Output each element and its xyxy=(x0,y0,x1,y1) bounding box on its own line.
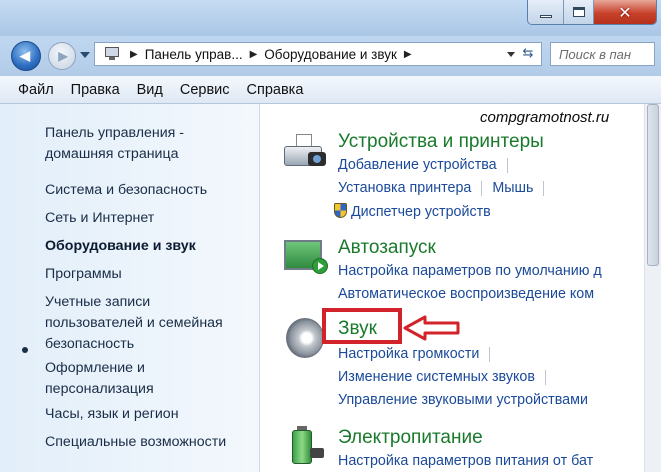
divider xyxy=(489,346,491,362)
navigation-bar: ◀ ▶ ▶ Панель управ... ▶ Оборудование и з… xyxy=(0,36,661,76)
arrow-left-icon: ◀ xyxy=(20,48,30,63)
link-add-device-text[interactable]: Добавление устройства xyxy=(338,157,497,173)
link-add-device: Добавление устройства xyxy=(338,157,518,173)
link-device-manager-text[interactable]: Диспетчер устройств xyxy=(351,204,491,220)
menu-tools[interactable]: Сервис xyxy=(180,82,230,98)
category-devices-printers[interactable]: Устройства и принтеры xyxy=(338,131,544,153)
sidebar-item-system-security[interactable]: Система и безопасность xyxy=(45,180,207,201)
breadcrumb-chevron-icon: ▶ xyxy=(403,48,412,60)
breadcrumb-hardware-sound[interactable]: Оборудование и звук xyxy=(264,47,397,62)
active-bullet-icon xyxy=(22,347,28,353)
breadcrumb-control-panel[interactable]: Панель управ... xyxy=(145,47,243,62)
content-pane: compgramotnost.ru Устройства и принтеры … xyxy=(259,104,661,472)
close-button[interactable]: ✕ xyxy=(594,0,656,24)
recent-pages-dropdown[interactable] xyxy=(80,52,90,58)
pointer-arrow-icon xyxy=(403,315,460,341)
control-panel-icon xyxy=(101,46,123,62)
menu-file[interactable]: Файл xyxy=(18,82,54,98)
autoplay-icon[interactable] xyxy=(284,238,328,278)
forward-button[interactable]: ▶ xyxy=(48,42,76,70)
address-dropdown-icon[interactable] xyxy=(507,52,515,57)
divider xyxy=(481,180,483,196)
category-power-options[interactable]: Электропитание xyxy=(338,427,483,449)
link-add-printer[interactable]: Установка принтера xyxy=(338,180,471,196)
link-change-sounds: Изменение системных звуков xyxy=(338,369,556,385)
sidebar-item-programs[interactable]: Программы xyxy=(45,264,122,285)
link-mouse[interactable]: Мышь xyxy=(492,180,533,196)
vertical-scrollbar[interactable] xyxy=(644,104,661,472)
divider xyxy=(543,180,545,196)
back-button[interactable]: ◀ xyxy=(11,41,41,71)
sidebar-item-network[interactable]: Сеть и Интернет xyxy=(45,208,154,229)
watermark: compgramotnost.ru xyxy=(480,109,610,126)
minimize-button[interactable] xyxy=(528,0,564,24)
menu-view[interactable]: Вид xyxy=(137,82,163,98)
window-controls: ✕ xyxy=(527,0,657,25)
search-box[interactable]: Поиск в пан xyxy=(550,42,655,66)
arrow-right-icon: ▶ xyxy=(58,49,68,63)
printer-icon[interactable] xyxy=(284,132,328,172)
sidebar-item-clock-region[interactable]: Часы, язык и регион xyxy=(45,404,179,425)
scrollbar-thumb[interactable] xyxy=(647,104,659,266)
battery-icon[interactable] xyxy=(284,424,328,464)
close-icon: ✕ xyxy=(618,2,632,22)
minimize-icon xyxy=(539,14,552,18)
menu-help[interactable]: Справка xyxy=(247,82,304,98)
search-placeholder: Поиск в пан xyxy=(559,47,632,62)
uac-shield-icon xyxy=(334,203,347,218)
link-adjust-volume-text[interactable]: Настройка громкости xyxy=(338,346,479,362)
breadcrumb-chevron-icon: ▶ xyxy=(249,48,258,60)
link-power-settings[interactable]: Настройка параметров питания от бат xyxy=(338,453,593,469)
link-row-printer-mouse: Установка принтера Мышь xyxy=(338,180,554,196)
sidebar-item-appearance[interactable]: Оформление и персонализация xyxy=(45,358,154,400)
sidebar-item-hardware-sound[interactable]: Оборудование и звук xyxy=(45,236,196,257)
highlight-box xyxy=(322,308,402,344)
address-bar[interactable]: ▶ Панель управ... ▶ Оборудование и звук … xyxy=(94,42,542,66)
menu-bar: Файл Правка Вид Сервис Справка xyxy=(0,76,661,104)
menu-edit[interactable]: Правка xyxy=(71,82,120,98)
category-autoplay[interactable]: Автозапуск xyxy=(338,237,436,259)
maximize-icon xyxy=(572,7,585,17)
sidebar-item-user-accounts[interactable]: Учетные записи пользователей и семейная … xyxy=(45,292,223,355)
maximize-button[interactable] xyxy=(564,0,594,24)
link-adjust-volume: Настройка громкости xyxy=(338,346,500,362)
left-navigation-pane: Панель управления - домашняя страница Си… xyxy=(0,104,259,472)
link-autoplay-cds[interactable]: Автоматическое воспроизведение ком xyxy=(338,286,594,302)
refresh-icon[interactable]: ⇆ xyxy=(519,46,537,62)
link-device-manager: Диспетчер устройств xyxy=(334,203,491,220)
divider xyxy=(506,157,508,173)
link-change-sounds-text[interactable]: Изменение системных звуков xyxy=(338,369,535,385)
divider xyxy=(544,369,546,385)
link-autoplay-defaults[interactable]: Настройка параметров по умолчанию д xyxy=(338,263,602,279)
breadcrumb-chevron-icon: ▶ xyxy=(130,48,138,60)
sidebar-item-home[interactable]: Панель управления - домашняя страница xyxy=(45,123,184,165)
sidebar-item-accessibility[interactable]: Специальные возможности xyxy=(45,432,226,453)
link-manage-audio-devices[interactable]: Управление звуковыми устройствами xyxy=(338,392,588,408)
title-bar: ✕ xyxy=(0,0,661,36)
